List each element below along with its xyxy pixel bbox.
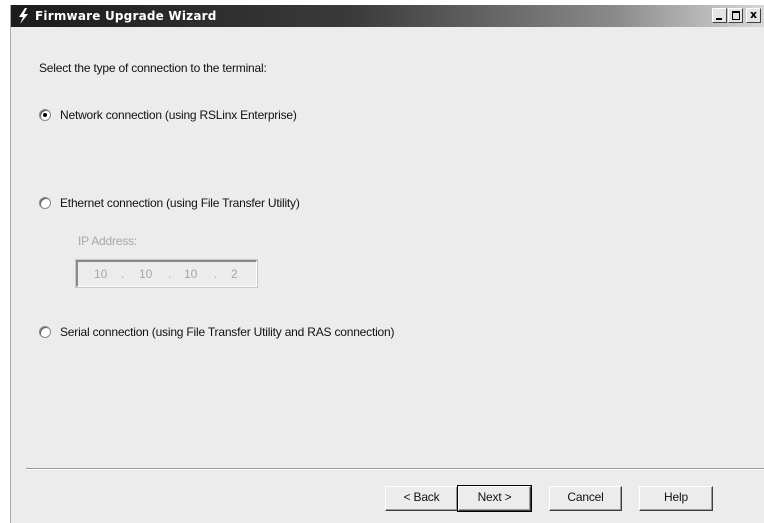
window-title: Firmware Upgrade Wizard — [35, 9, 217, 23]
button-divider — [26, 468, 764, 470]
ip-address-field: 10 . 10 . 10 . 2 — [75, 259, 258, 288]
ip-address-label: IP Address: — [78, 234, 137, 248]
radio-button[interactable] — [39, 197, 51, 209]
ip-octet-3: 10 — [184, 267, 198, 281]
connection-type-prompt: Select the type of connection to the ter… — [39, 61, 267, 75]
help-button[interactable]: Help — [639, 486, 713, 511]
radio-label-ethernet[interactable]: Ethernet connection (using File Transfer… — [60, 196, 300, 210]
next-button[interactable]: Next > — [457, 485, 532, 512]
wizard-window: Firmware Upgrade Wizard x Select the typ… — [10, 5, 764, 523]
radio-label-network[interactable]: Network connection (using RSLinx Enterpr… — [60, 108, 297, 122]
back-button[interactable]: < Back — [385, 486, 458, 511]
radio-button-selected[interactable] — [39, 109, 51, 121]
radio-label-serial[interactable]: Serial connection (using File Transfer U… — [60, 325, 394, 339]
ip-octet-4: 2 — [231, 267, 238, 281]
cancel-button[interactable]: Cancel — [549, 486, 622, 511]
ip-separator: . — [121, 267, 125, 281]
maximize-button[interactable] — [728, 8, 743, 23]
lightning-icon — [19, 8, 28, 24]
title-bar[interactable]: Firmware Upgrade Wizard x — [11, 5, 764, 27]
radio-button[interactable] — [39, 326, 51, 338]
ip-octet-2: 10 — [139, 267, 153, 281]
close-button[interactable]: x — [746, 8, 761, 23]
ip-octet-1: 10 — [94, 267, 108, 281]
ip-separator: . — [168, 267, 172, 281]
minimize-button[interactable] — [712, 8, 727, 23]
ip-separator: . — [214, 267, 218, 281]
